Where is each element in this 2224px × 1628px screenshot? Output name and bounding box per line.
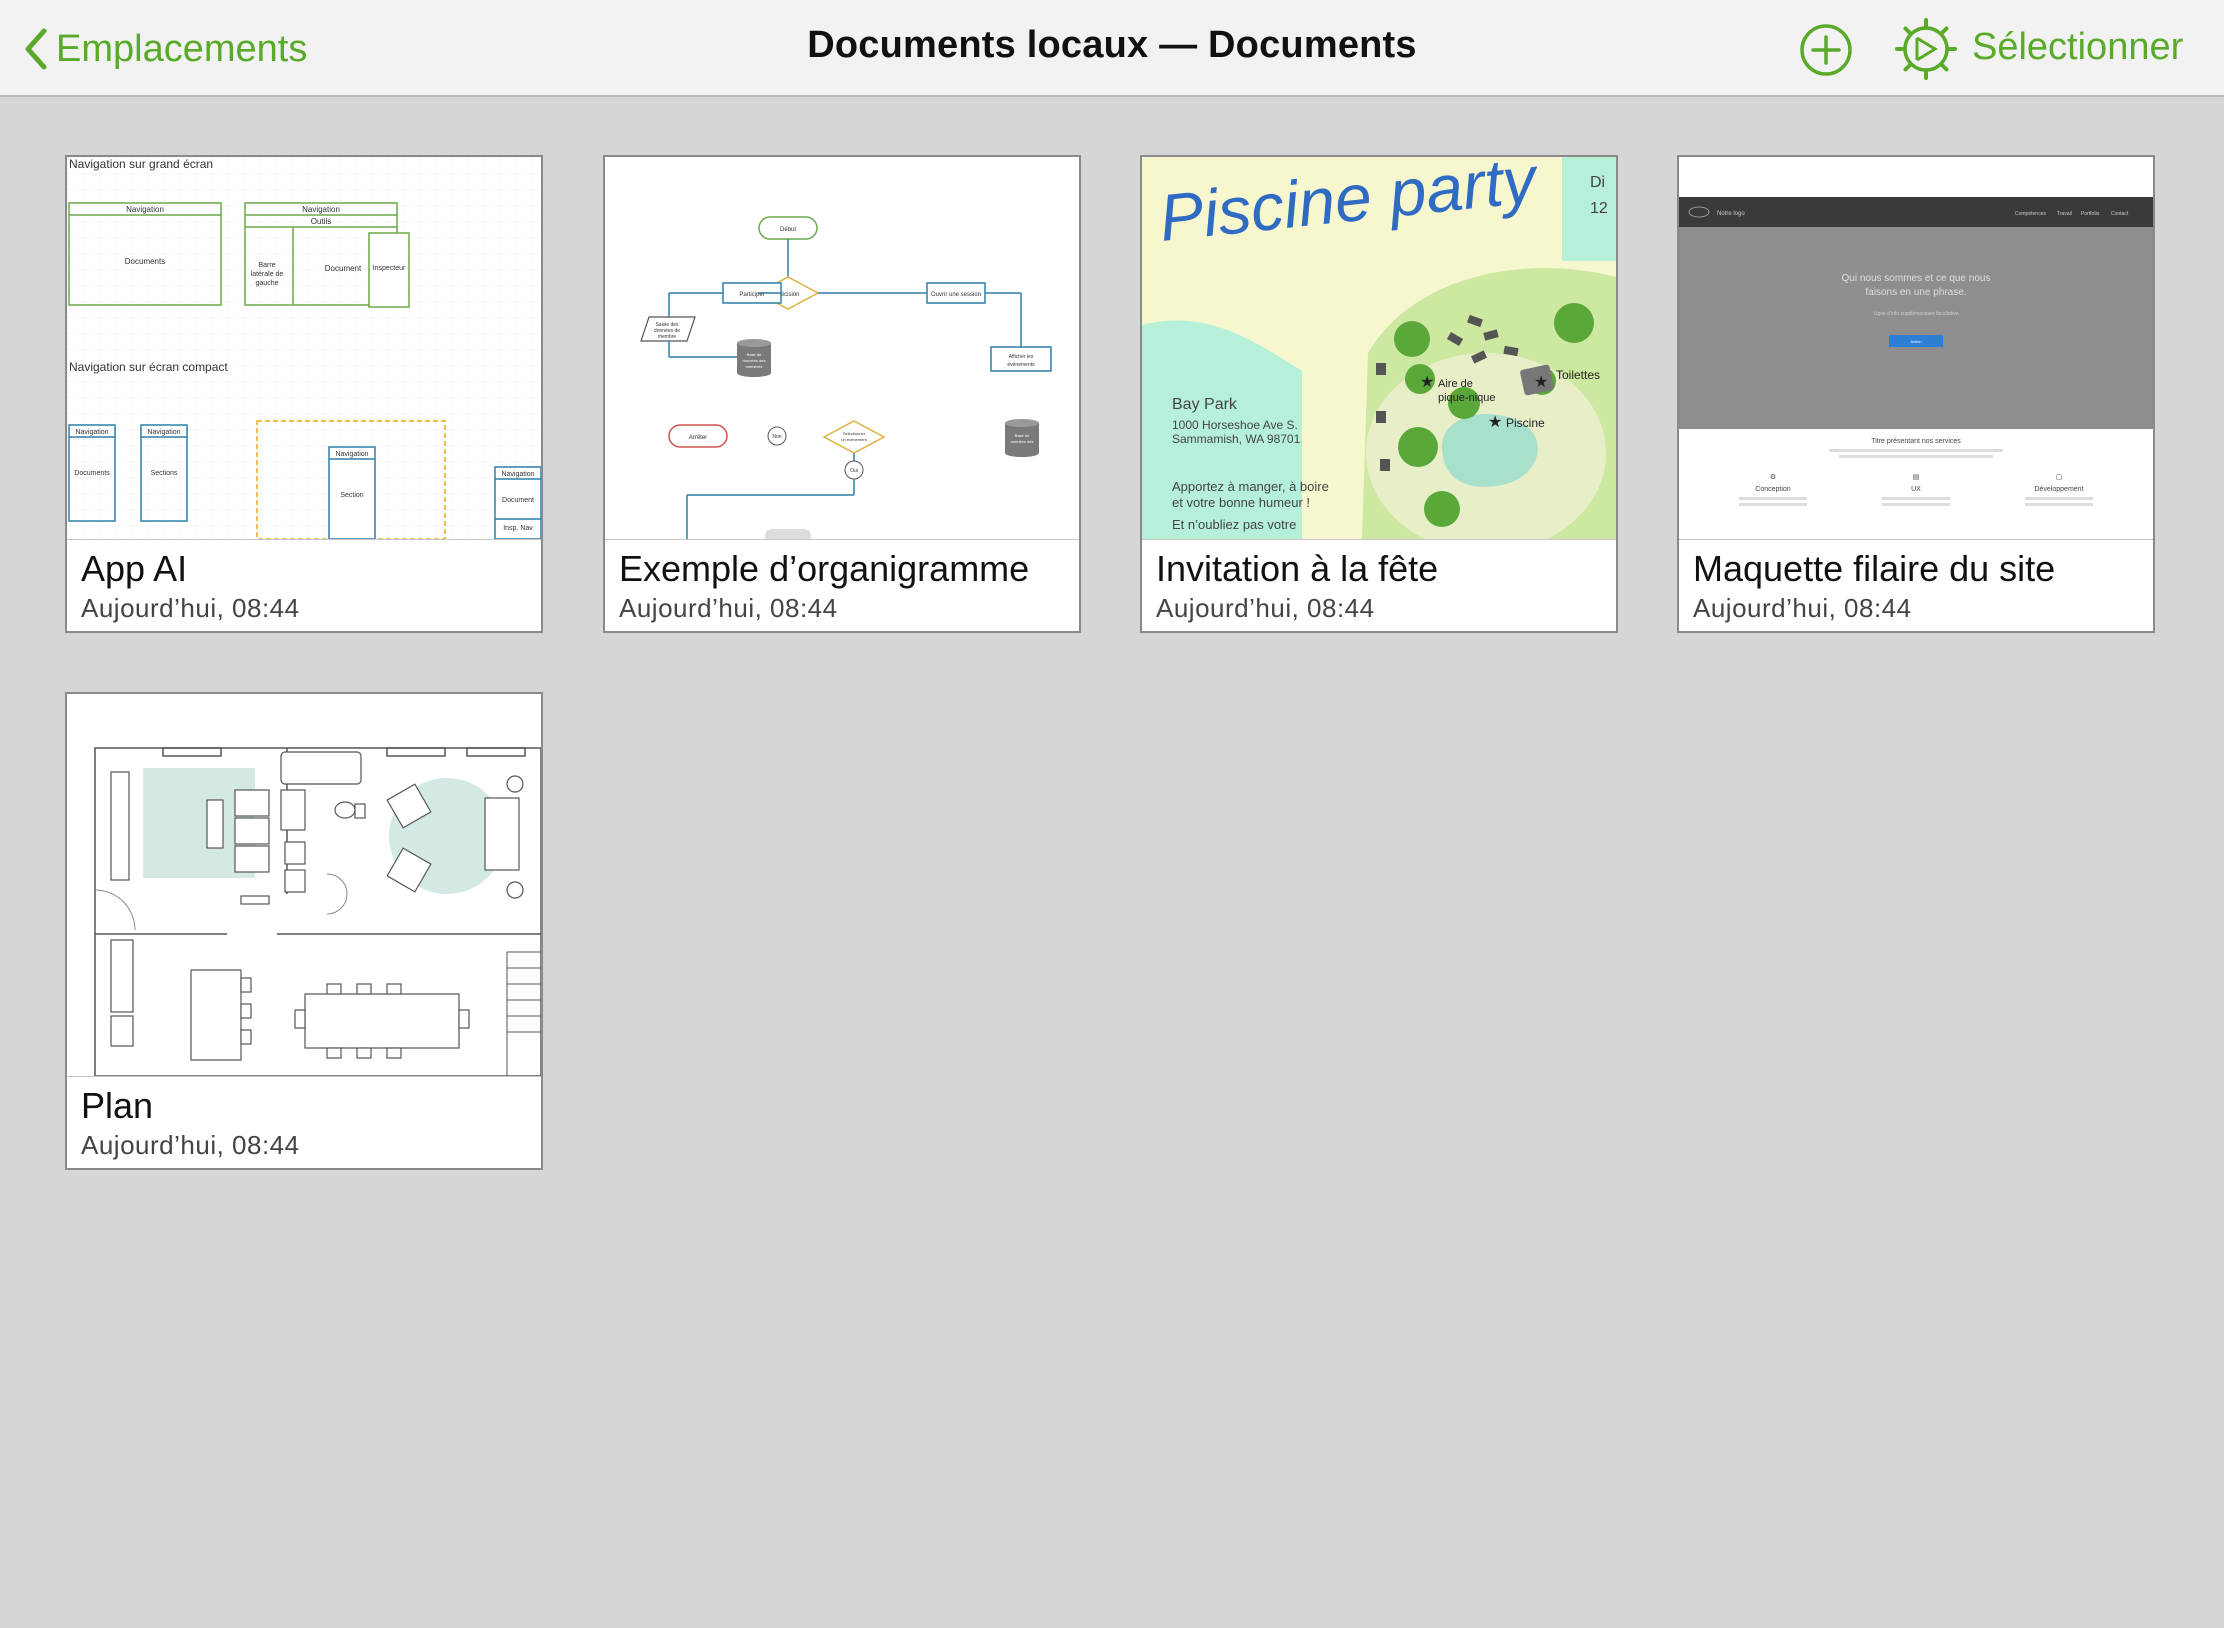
- svg-text:Document: Document: [325, 264, 362, 273]
- svg-text:Travail: Travail: [2057, 211, 2072, 217]
- svg-text:⚙: ⚙: [1770, 473, 1776, 481]
- document-tile-app-ai[interactable]: Navigation sur grand écran Navigation Do…: [65, 155, 543, 633]
- svg-text:un événement: un événement: [841, 437, 867, 442]
- svg-text:Base de: Base de: [1015, 433, 1030, 438]
- svg-text:Ligne d’info supplémentaire fa: Ligne d’info supplémentaire facultative: [1873, 311, 1958, 317]
- svg-text:Section: Section: [340, 492, 363, 499]
- document-caption: App AI Aujourd’hui, 08:44: [67, 539, 541, 631]
- document-caption: Invitation à la fête Aujourd’hui, 08:44: [1142, 539, 1616, 631]
- svg-text:▤: ▤: [1913, 474, 1920, 481]
- svg-text:Documents: Documents: [125, 257, 165, 266]
- svg-text:Navigation sur écran compact: Navigation sur écran compact: [69, 360, 228, 374]
- svg-text:membres: membres: [746, 364, 763, 369]
- svg-text:Développement: Développement: [2034, 486, 2083, 493]
- document-thumbnail: Début Décision Participer Ouvrir une ses…: [605, 157, 1079, 539]
- svg-text:Afficher les: Afficher les: [1009, 354, 1034, 360]
- svg-text:Toilettes: Toilettes: [1556, 368, 1600, 382]
- document-thumbnail: Navigation sur grand écran Navigation Do…: [67, 157, 541, 539]
- document-date: Aujourd’hui, 08:44: [1156, 593, 1375, 623]
- svg-text:Participer: Participer: [739, 292, 764, 298]
- svg-text:Notre logo: Notre logo: [1717, 211, 1745, 217]
- navigation-bar: Emplacements Documents locaux — Document…: [0, 0, 2224, 97]
- document-caption: Exemple d’organigramme Aujourd’hui, 08:4…: [605, 539, 1079, 631]
- svg-text:▢: ▢: [2056, 474, 2063, 481]
- svg-text:Conception: Conception: [1755, 486, 1791, 493]
- svg-text:Navigation: Navigation: [126, 205, 164, 214]
- svg-text:Oui: Oui: [850, 468, 858, 474]
- svg-text:Piscine: Piscine: [1506, 416, 1545, 430]
- svg-text:données des: données des: [1011, 439, 1034, 444]
- svg-text:Sélectionner: Sélectionner: [843, 431, 866, 436]
- svg-text:★: ★: [1420, 374, 1434, 391]
- svg-text:gauche: gauche: [256, 280, 279, 287]
- svg-text:★: ★: [1488, 414, 1502, 431]
- document-title: Invitation à la fête: [1156, 548, 1439, 589]
- svg-text:Sammamish, WA 98701: Sammamish, WA 98701: [1172, 432, 1301, 446]
- svg-text:faisons en une phrase.: faisons en une phrase.: [1865, 287, 1966, 298]
- document-date: Aujourd’hui, 08:44: [1693, 593, 1912, 623]
- svg-text:UX: UX: [1911, 486, 1921, 493]
- document-caption: Maquette filaire du site Aujourd’hui, 08…: [1679, 539, 2153, 631]
- settings-gear-icon: [1895, 18, 1957, 80]
- svg-text:Portfolio: Portfolio: [2081, 211, 2100, 217]
- svg-text:Navigation: Navigation: [501, 471, 534, 478]
- svg-text:Sections: Sections: [151, 470, 178, 477]
- document-tile-floor-plan[interactable]: Plan Aujourd’hui, 08:44: [65, 692, 543, 1170]
- svg-text:Début: Début: [780, 227, 796, 233]
- page-title: Documents locaux — Documents: [807, 24, 1417, 66]
- svg-text:Arrêter: Arrêter: [689, 435, 707, 441]
- svg-text:événements: événements: [1007, 362, 1035, 368]
- svg-text:Ouvrir une session: Ouvrir une session: [931, 292, 981, 298]
- svg-text:Barre: Barre: [258, 262, 275, 269]
- svg-text:Di: Di: [1590, 174, 1605, 191]
- svg-text:Et n’oubliez pas votre: Et n’oubliez pas votre: [1172, 517, 1296, 532]
- svg-text:Insp. Nav: Insp. Nav: [503, 525, 533, 532]
- svg-text:membre: membre: [658, 334, 677, 340]
- svg-text:Bay Park: Bay Park: [1172, 396, 1238, 413]
- document-title: Exemple d’organigramme: [619, 548, 1030, 589]
- svg-text:Action: Action: [1910, 339, 1921, 344]
- svg-text:Contact: Contact: [2111, 211, 2129, 217]
- document-thumbnail: ★ Toilettes ★ Aire de pique-nique ★ Pisc…: [1142, 157, 1616, 539]
- svg-text:Inspecteur: Inspecteur: [373, 265, 406, 272]
- document-tile-party-invitation[interactable]: ★ Toilettes ★ Aire de pique-nique ★ Pisc…: [1140, 155, 1618, 633]
- settings-button[interactable]: [1895, 18, 1957, 80]
- document-date: Aujourd’hui, 08:44: [81, 593, 300, 623]
- svg-text:Base de: Base de: [747, 352, 762, 357]
- svg-text:pique-nique: pique-nique: [1438, 392, 1496, 404]
- document-caption: Plan Aujourd’hui, 08:44: [67, 1076, 541, 1168]
- document-date: Aujourd’hui, 08:44: [81, 1130, 300, 1160]
- svg-text:Navigation: Navigation: [75, 429, 108, 436]
- svg-text:Documents: Documents: [74, 470, 110, 477]
- document-thumbnail: Notre logo Compétences Travail Portfolio…: [1679, 157, 2153, 539]
- svg-text:et votre bonne humeur !: et votre bonne humeur !: [1172, 495, 1310, 510]
- svg-text:Compétences: Compétences: [2015, 211, 2046, 217]
- select-button[interactable]: Sélectionner: [1972, 26, 2183, 69]
- svg-text:latérale de: latérale de: [251, 271, 284, 278]
- svg-text:Navigation: Navigation: [335, 451, 368, 458]
- add-document-button[interactable]: [1798, 22, 1854, 78]
- document-date: Aujourd’hui, 08:44: [619, 593, 838, 623]
- svg-text:Navigation: Navigation: [302, 205, 340, 214]
- svg-text:1000 Horseshoe Ave S.: 1000 Horseshoe Ave S.: [1172, 418, 1298, 432]
- svg-text:Outils: Outils: [311, 217, 331, 226]
- svg-text:12: 12: [1590, 200, 1608, 217]
- document-thumbnail: [67, 694, 541, 1076]
- document-title: Plan: [81, 1085, 154, 1126]
- svg-text:Navigation: Navigation: [147, 429, 180, 436]
- document-tile-flowchart[interactable]: Début Décision Participer Ouvrir une ses…: [603, 155, 1081, 633]
- svg-text:données des: données des: [743, 358, 766, 363]
- svg-text:★: ★: [1534, 374, 1548, 391]
- add-circle-icon: [1800, 24, 1852, 76]
- svg-text:Aire de: Aire de: [1438, 378, 1473, 390]
- document-title: App AI: [81, 548, 188, 589]
- svg-text:Titre présentant nos services: Titre présentant nos services: [1871, 438, 1961, 445]
- svg-text:Qui nous sommes et ce que nous: Qui nous sommes et ce que nous: [1842, 273, 1991, 284]
- svg-text:Apportez à manger, à boire: Apportez à manger, à boire: [1172, 479, 1329, 494]
- document-title: Maquette filaire du site: [1693, 548, 2056, 589]
- svg-text:Non: Non: [772, 434, 781, 440]
- svg-text:Document: Document: [502, 497, 534, 504]
- document-tile-wireframe[interactable]: Notre logo Compétences Travail Portfolio…: [1677, 155, 2155, 633]
- svg-text:Navigation sur grand écran: Navigation sur grand écran: [69, 157, 213, 171]
